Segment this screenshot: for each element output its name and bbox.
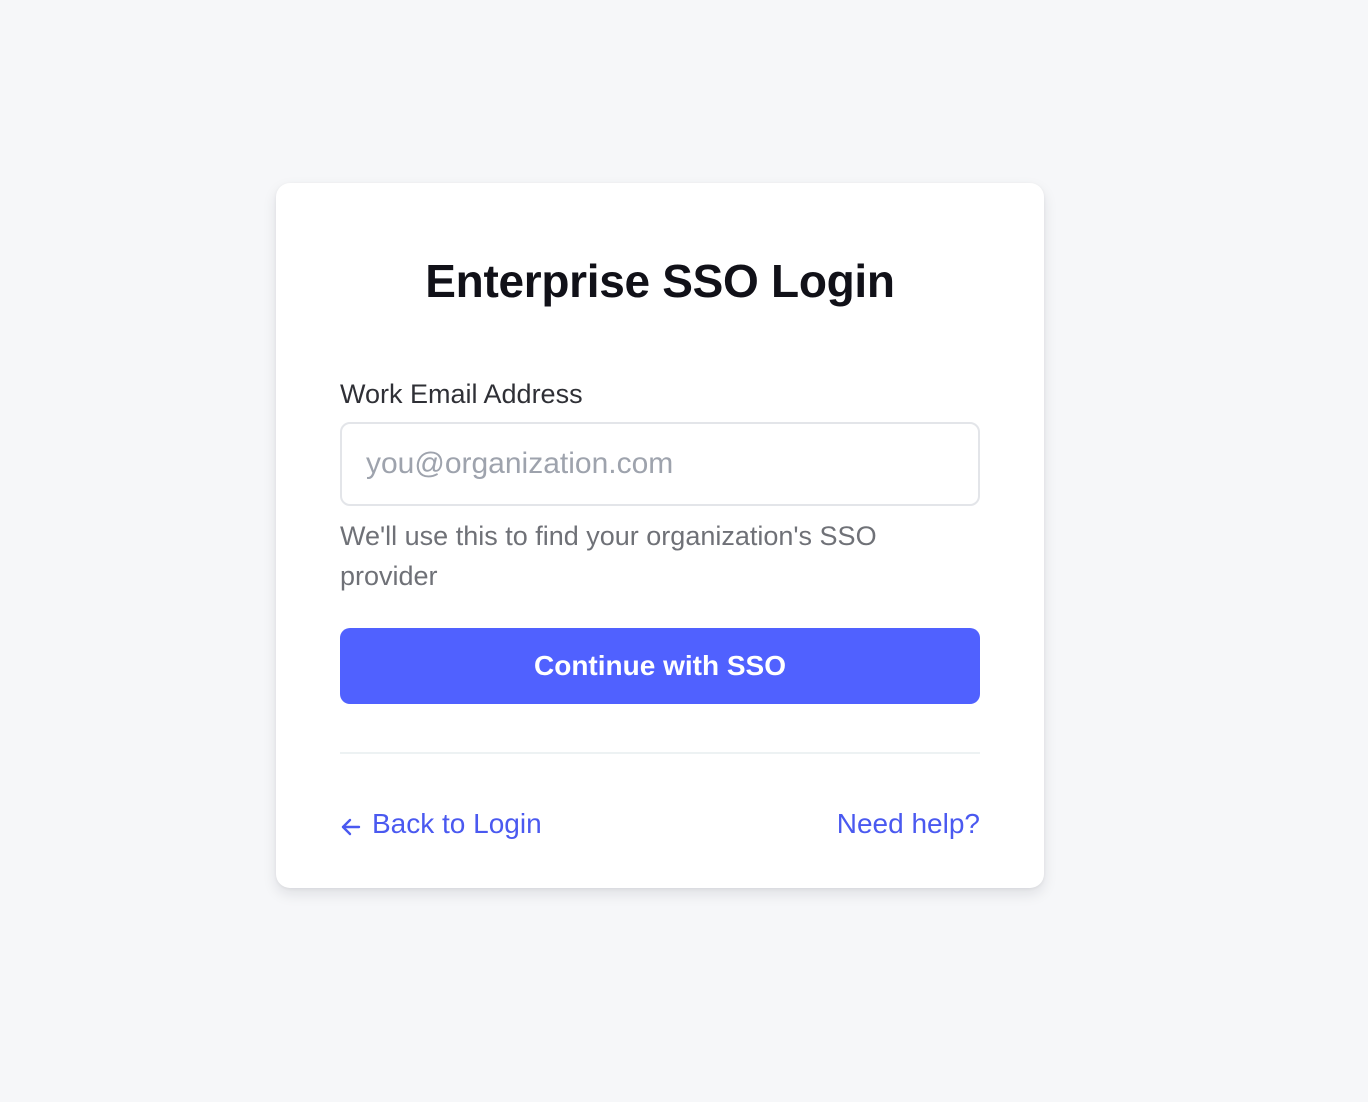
page-title: Enterprise SSO Login	[425, 255, 895, 307]
work-email-input[interactable]	[340, 422, 980, 506]
back-to-login-label: Back to Login	[372, 808, 542, 839]
footer-links: Back to Login Need help?	[340, 804, 980, 844]
need-help-link[interactable]: Need help?	[837, 808, 980, 840]
continue-with-sso-button[interactable]: Continue with SSO	[340, 628, 980, 704]
back-to-login-link[interactable]: Back to Login	[340, 808, 542, 840]
email-helper-text: We'll use this to find your organization…	[340, 521, 877, 591]
divider	[340, 752, 980, 754]
sso-login-card: Enterprise SSO Login Work Email Address …	[276, 183, 1044, 888]
email-label: Work Email Address	[340, 379, 583, 409]
arrow-left-icon	[340, 813, 362, 836]
